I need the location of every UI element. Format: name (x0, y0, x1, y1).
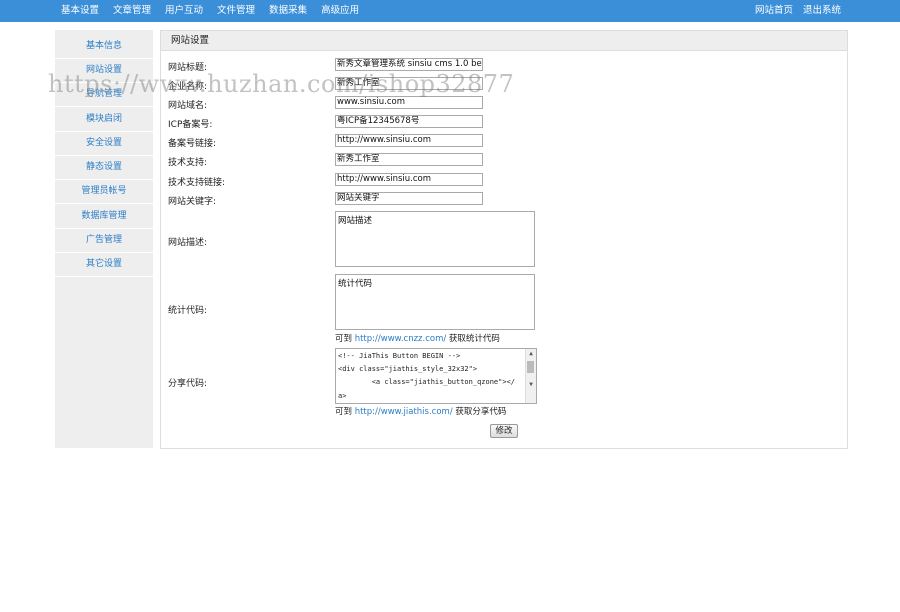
top-bar: 基本设置 文章管理 用户互动 文件管理 数据采集 高级应用 网站首页 退出系统 (0, 0, 900, 22)
sidebar-item-basic-info[interactable]: 基本信息 (55, 35, 153, 59)
top-nav-article[interactable]: 文章管理 (113, 0, 151, 22)
stats-textarea[interactable]: 统计代码 (335, 274, 535, 330)
panel-title: 网站设置 (171, 35, 210, 46)
label-support: 技术支持: (168, 158, 208, 168)
stats-note: 可到 http://www.cnzz.com/ 获取统计代码 (335, 332, 500, 344)
share-code-line: a> (338, 392, 347, 400)
logout-link[interactable]: 退出系统 (803, 0, 841, 22)
sidebar-item-admin-account[interactable]: 管理员帐号 (55, 180, 153, 204)
home-link[interactable]: 网站首页 (755, 0, 793, 22)
sidebar-item-database[interactable]: 数据库管理 (55, 205, 153, 229)
submit-button[interactable]: 修改 (490, 424, 518, 438)
label-keywords: 网站关键字: (168, 197, 217, 207)
icp-link-input[interactable]: http://www.sinsiu.com (335, 134, 483, 147)
label-domain: 网站域名: (168, 101, 208, 111)
keywords-input[interactable]: 网站关键字 (335, 192, 483, 205)
label-description: 网站描述: (168, 238, 208, 248)
label-share: 分享代码: (168, 379, 208, 389)
top-nav-advanced[interactable]: 高级应用 (321, 0, 359, 22)
top-nav-user[interactable]: 用户互动 (165, 0, 203, 22)
stats-note-suffix: 获取统计代码 (446, 334, 500, 344)
panel-header: 网站设置 (161, 31, 847, 51)
sidebar-item-security[interactable]: 安全设置 (55, 132, 153, 156)
share-note-prefix: 可到 (335, 407, 355, 417)
jiathis-link[interactable]: http://www.jiathis.com/ (355, 407, 453, 417)
label-support-link: 技术支持链接: (168, 178, 226, 188)
share-code-line: <!-- JiaThis Button BEGIN --> (338, 352, 461, 360)
top-nav-file[interactable]: 文件管理 (217, 0, 255, 22)
share-note-suffix: 获取分享代码 (452, 407, 507, 417)
top-nav-basic[interactable]: 基本设置 (61, 0, 99, 22)
top-nav-collect[interactable]: 数据采集 (269, 0, 307, 22)
label-stats: 统计代码: (168, 306, 208, 316)
share-code-line: <a class="jiathis_button_qzone"></ (338, 378, 516, 386)
stats-note-prefix: 可到 (335, 334, 355, 344)
sidebar-item-other[interactable]: 其它设置 (55, 253, 153, 277)
scroll-down-icon[interactable]: ▼ (527, 381, 535, 389)
label-icp: ICP备案号: (168, 120, 213, 130)
top-nav: 基本设置 文章管理 用户互动 文件管理 数据采集 高级应用 (61, 0, 373, 22)
share-code-line: <div class="jiathis_style_32x32"> (338, 365, 478, 373)
sidebar-item-ads[interactable]: 广告管理 (55, 229, 153, 253)
label-icp-link: 备案号链接: (168, 139, 217, 149)
sidebar-item-static[interactable]: 静态设置 (55, 156, 153, 180)
top-right-links: 网站首页 退出系统 (745, 0, 841, 22)
share-code-scrollbar[interactable]: ▲ ▼ (525, 349, 536, 403)
scroll-up-icon[interactable]: ▲ (527, 350, 535, 358)
share-note: 可到 http://www.jiathis.com/ 获取分享代码 (335, 405, 506, 417)
description-textarea[interactable]: 网站描述 (335, 211, 535, 267)
sidebar-item-modules[interactable]: 模块启闭 (55, 108, 153, 132)
share-code-textarea[interactable]: <!-- JiaThis Button BEGIN --> <div class… (335, 348, 537, 404)
watermark: https://www.huzhan.com/ishop32877 (48, 70, 515, 98)
support-input[interactable]: 新秀工作室 (335, 153, 483, 166)
support-link-input[interactable]: http://www.sinsiu.com (335, 173, 483, 186)
cnzz-link[interactable]: http://www.cnzz.com/ (355, 334, 447, 344)
icp-input[interactable]: 粤ICP备12345678号 (335, 115, 483, 128)
scroll-thumb[interactable] (527, 361, 534, 373)
